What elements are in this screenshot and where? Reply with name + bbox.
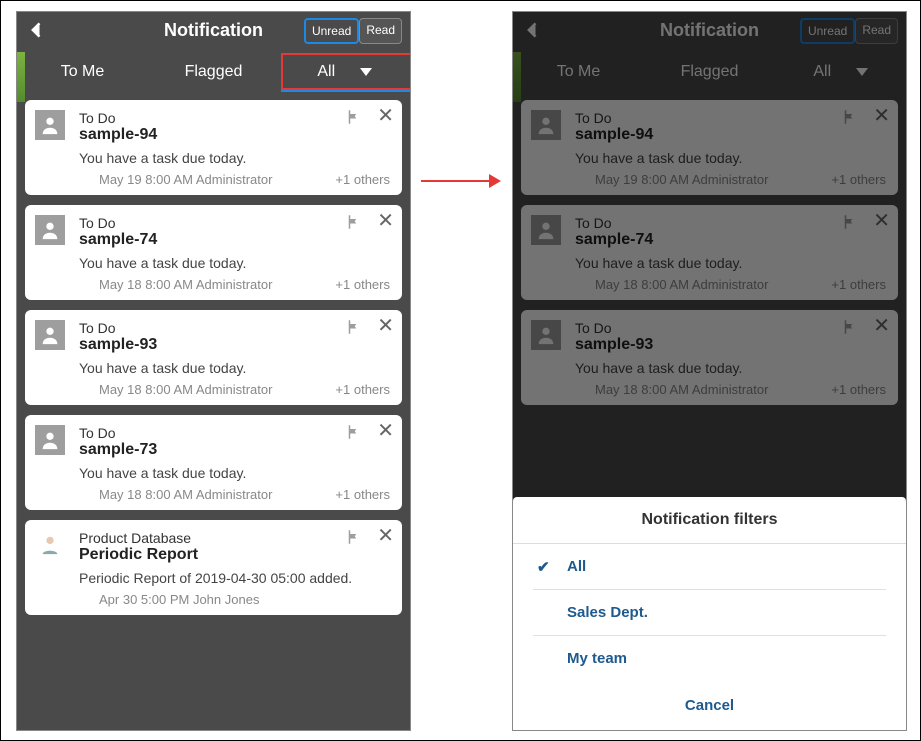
notification-card[interactable]: ✕To Dosample-94 You have a task due today… [25, 100, 402, 195]
unread-toggle[interactable]: Unread [304, 18, 359, 44]
card-title: Periodic Report [79, 546, 390, 564]
card-actions: ✕ [345, 213, 394, 236]
card-others: +1 others [335, 172, 390, 187]
card-user: John Jones [193, 592, 260, 607]
tab-all[interactable]: All [279, 52, 410, 92]
card-body: Periodic Report of 2019-04-30 05:00 adde… [79, 570, 390, 586]
card-title: sample-73 [79, 441, 390, 459]
card-date: May 18 8:00 AM [99, 277, 196, 292]
card-actions: ✕ [345, 318, 394, 341]
card-content: Product DatabasePeriodic Report Periodic … [79, 530, 390, 607]
notification-list-left: ✕To Dosample-94You have a task due today… [17, 92, 410, 633]
close-icon[interactable]: ✕ [377, 213, 394, 236]
card-category: To Do [79, 215, 390, 231]
card-actions: ✕ [345, 108, 394, 131]
card-body: You have a task due today. [79, 360, 390, 376]
card-user: Administrator [196, 277, 273, 292]
card-user: Administrator [196, 487, 273, 502]
card-meta: May 19 8:00 AM Administrator +1 others [79, 172, 390, 187]
tab-to-me[interactable]: To Me [17, 52, 148, 92]
tab-underline [281, 89, 411, 92]
green-strip [17, 52, 25, 102]
chevron-down-icon [360, 68, 372, 76]
sheet-title: Notification filters [513, 497, 906, 544]
notification-card[interactable]: ✕To Dosample-93 You have a task due today… [25, 310, 402, 405]
tab-all-label: All [317, 63, 335, 80]
flag-icon[interactable] [345, 528, 363, 551]
avatar [35, 530, 65, 560]
arrow-icon [421, 171, 501, 191]
card-category: To Do [79, 110, 390, 126]
read-toggle[interactable]: Read [359, 18, 402, 44]
flag-icon[interactable] [345, 318, 363, 341]
card-date: May 18 8:00 AM [99, 487, 196, 502]
tabs-row: To Me Flagged All [17, 52, 410, 92]
card-meta: Apr 30 5:00 PM John Jones [79, 592, 390, 607]
card-category: To Do [79, 320, 390, 336]
filter-option[interactable]: Sales Dept. [533, 590, 886, 636]
filter-option[interactable]: ✔ All [533, 544, 886, 590]
sheet-items: ✔ All Sales Dept. My team [513, 544, 906, 681]
notification-card[interactable]: ✕Product DatabasePeriodic Report Periodic… [25, 520, 402, 615]
card-user: Administrator [196, 382, 273, 397]
check-icon: ✔ [537, 558, 550, 576]
card-user: Administrator [196, 172, 273, 187]
card-content: To Dosample-94 You have a task due today.… [79, 110, 390, 187]
read-toggle-group: Unread Read [304, 18, 402, 44]
avatar [35, 425, 65, 455]
card-meta: May 18 8:00 AM Administrator +1 others [79, 382, 390, 397]
close-icon[interactable]: ✕ [377, 423, 394, 446]
card-others: +1 others [335, 487, 390, 502]
flag-icon[interactable] [345, 213, 363, 236]
notification-card[interactable]: ✕To Dosample-73 You have a task due today… [25, 415, 402, 510]
card-meta: May 18 8:00 AM Administrator +1 others [79, 487, 390, 502]
card-content: To Dosample-73 You have a task due today.… [79, 425, 390, 502]
card-others: +1 others [335, 382, 390, 397]
filter-option-label: Sales Dept. [567, 604, 648, 621]
header: Notification Unread Read [17, 12, 410, 52]
close-icon[interactable]: ✕ [377, 108, 394, 131]
card-category: To Do [79, 425, 390, 441]
filter-option-label: My team [567, 650, 627, 667]
avatar [35, 320, 65, 350]
avatar [35, 215, 65, 245]
close-icon[interactable]: ✕ [377, 318, 394, 341]
card-others: +1 others [335, 277, 390, 292]
card-title: sample-74 [79, 231, 390, 249]
tab-flagged[interactable]: Flagged [148, 52, 279, 92]
filter-sheet: Notification filters ✔ All Sales Dept. My t… [513, 497, 906, 730]
filter-option-label: All [567, 558, 586, 575]
card-meta: May 18 8:00 AM Administrator +1 others [79, 277, 390, 292]
flag-icon[interactable] [345, 423, 363, 446]
notification-panel-after: Notification Unread Read To Me Flagged A… [512, 11, 907, 731]
close-icon[interactable]: ✕ [377, 528, 394, 551]
avatar [35, 110, 65, 140]
card-body: You have a task due today. [79, 150, 390, 166]
card-title: sample-93 [79, 336, 390, 354]
card-date: May 19 8:00 AM [99, 172, 196, 187]
flag-icon[interactable] [345, 108, 363, 131]
card-date: Apr 30 5:00 PM [99, 592, 193, 607]
card-category: Product Database [79, 530, 390, 546]
notification-panel-before: Notification Unread Read To Me Flagged A… [16, 11, 411, 731]
card-content: To Dosample-74 You have a task due today.… [79, 215, 390, 292]
card-body: You have a task due today. [79, 465, 390, 481]
card-content: To Dosample-93 You have a task due today.… [79, 320, 390, 397]
card-actions: ✕ [345, 528, 394, 551]
card-actions: ✕ [345, 423, 394, 446]
card-title: sample-94 [79, 126, 390, 144]
notification-card[interactable]: ✕To Dosample-74 You have a task due today… [25, 205, 402, 300]
card-body: You have a task due today. [79, 255, 390, 271]
filter-option[interactable]: My team [533, 636, 886, 681]
sheet-cancel-button[interactable]: Cancel [513, 681, 906, 730]
card-date: May 18 8:00 AM [99, 382, 196, 397]
